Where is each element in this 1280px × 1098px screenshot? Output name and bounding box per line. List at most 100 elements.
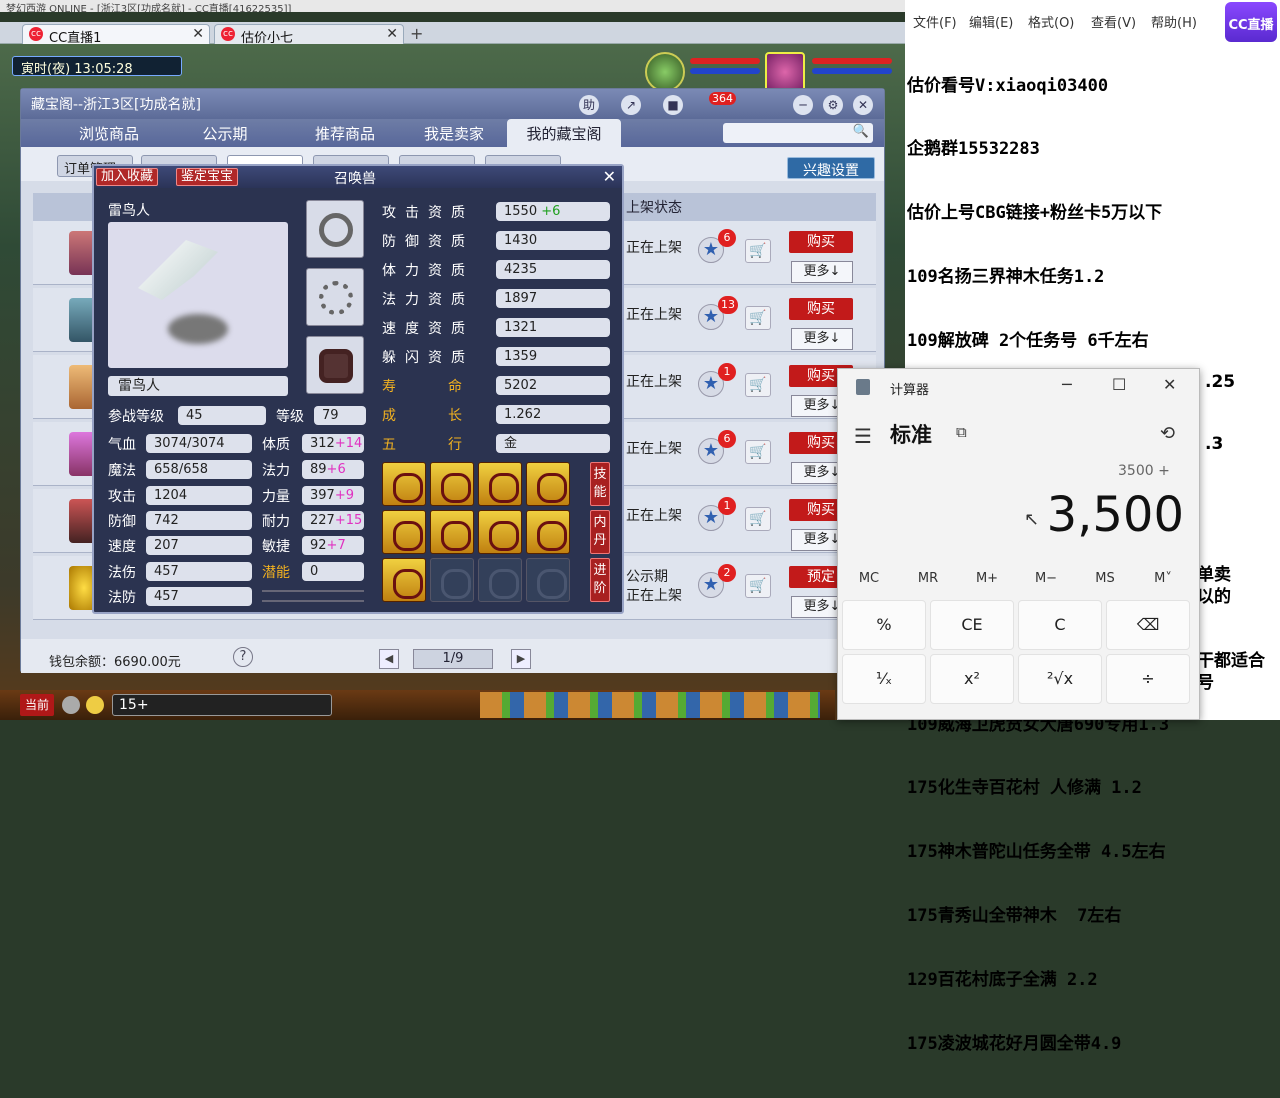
current-channel-button[interactable]: 当前 [20,694,54,716]
stat-value: 457 [146,587,252,606]
microphone-icon[interactable] [62,696,80,714]
pet-detail-dialog: 加入收藏 鉴定宝宝 召唤兽 ✕ 雷鸟人 雷鸟人 参战等级 45 等级 79 气血… [92,164,624,614]
close-icon[interactable]: ✕ [386,26,398,42]
interest-settings-button[interactable]: 兴趣设置 [787,157,875,179]
aptitude-value: 1359 [496,347,610,366]
close-icon[interactable]: ✕ [603,167,616,186]
cart-icon[interactable]: 🛒 [745,239,771,263]
share-icon[interactable]: ↗ [621,95,641,115]
memory-dropdown-button[interactable]: M˅ [1138,571,1188,586]
equip-slot-collar[interactable] [306,200,364,258]
cart-icon[interactable]: 🛒 [745,373,771,397]
equip-slot-necklace[interactable] [306,268,364,326]
menu-view[interactable]: 查看(V) [1091,12,1136,31]
level-value: 79 [314,406,366,425]
cart-icon[interactable]: 🛒 [745,440,771,464]
listing-status: 公示期 正在上架 [626,569,682,604]
skill-icon[interactable] [478,462,522,506]
browser-tab-strip: cc CC直播1 ✕ cc 估价小七 ✕ + [0,22,905,46]
equip-slot-armor[interactable] [306,336,364,394]
skill-icon[interactable] [478,510,522,554]
square-root-key[interactable]: ²√x [1018,654,1102,704]
menu-file[interactable]: 文件(F) [913,12,957,31]
close-icon[interactable]: ✕ [192,26,204,42]
message-badge[interactable]: 364 [709,92,736,105]
more-button[interactable]: 更多↓ [791,328,853,350]
skills-button[interactable]: 技能 [590,462,610,506]
tab-appraisal[interactable]: cc 估价小七 ✕ [214,24,404,46]
skill-icon[interactable] [382,558,426,602]
menu-edit[interactable]: 编辑(E) [969,12,1013,31]
skill-icon[interactable] [382,462,426,506]
more-button[interactable]: 更多↓ [791,261,853,283]
wallet-balance: 钱包余额：6690.00元 [49,655,181,670]
tab-seller[interactable]: 我是卖家 [401,119,507,147]
tab-public[interactable]: 公示期 [177,119,273,147]
necklace-icon [319,281,353,315]
search-icon[interactable]: 🔍 [853,124,869,139]
chat-input[interactable]: 15+ [112,694,332,716]
cart-icon[interactable]: 🛒 [745,507,771,531]
keep-on-top-icon[interactable]: ⧉ [956,423,967,441]
skill-icon[interactable] [430,462,474,506]
ms-button[interactable]: MS [1080,571,1130,586]
search-input[interactable]: 🔍 [723,123,873,143]
square-key[interactable]: x² [930,654,1014,704]
cart-icon[interactable]: 🛒 [745,306,771,330]
attr-value: 227+15 [302,511,364,530]
mc-button[interactable]: MC [844,571,894,586]
divide-key[interactable]: ÷ [1106,654,1190,704]
tab-my-market[interactable]: 我的藏宝阁 [507,119,621,147]
mr-button[interactable]: MR [903,571,953,586]
maximize-button[interactable]: ☐ [1112,375,1126,394]
reciprocal-key[interactable]: ¹⁄ₓ [842,654,926,704]
m-minus-button[interactable]: M− [1021,571,1071,586]
clear-key[interactable]: C [1018,600,1102,650]
text-line: 175神木普陀山任务全带 4.5左右 [907,842,1166,863]
collar-icon [319,213,353,247]
stat-label: 魔法 [108,463,136,479]
market-title: 藏宝阁--浙江3区[功成名就] [31,97,201,113]
tab-cc-live[interactable]: cc CC直播1 ✕ [22,24,210,46]
m-plus-button[interactable]: M+ [962,571,1012,586]
help-icon[interactable]: ? [233,647,253,667]
clear-entry-key[interactable]: CE [930,600,1014,650]
skill-icon[interactable] [430,510,474,554]
pet-portrait[interactable] [645,52,685,92]
gear-icon[interactable]: ⚙ [823,95,843,115]
help-icon[interactable]: 助 [579,95,599,115]
skill-icon[interactable] [526,510,570,554]
cart-icon[interactable]: 🛒 [745,574,771,598]
backspace-key[interactable]: ⌫ [1106,600,1190,650]
hamburger-menu-icon[interactable]: ☰ [854,424,872,448]
calculator-window: 计算器 ─ ☐ ✕ ☰ 标准 ⧉ ⟲ 3500 + 3,500 ↖ MC MR … [837,368,1200,720]
prev-page-button[interactable]: ◀ [379,649,399,669]
new-tab-button[interactable]: + [410,24,423,43]
buy-button[interactable]: 购买 [789,298,853,320]
menu-format[interactable]: 格式(O) [1028,12,1074,31]
advance-button[interactable]: 进阶 [590,558,610,602]
skill-icon[interactable] [526,462,570,506]
appraise-button[interactable]: 鉴定宝宝 [176,168,239,186]
tab-recommended[interactable]: 推荐商品 [291,119,399,147]
history-icon[interactable]: ⟲ [1160,423,1175,444]
emoji-icon[interactable] [86,696,104,714]
close-button[interactable]: ✕ [1163,375,1176,394]
minimize-icon[interactable]: ─ [793,95,813,115]
percent-key[interactable]: % [842,600,926,650]
stat-label: 法伤 [108,565,136,581]
game-toolbar-icons[interactable] [480,692,820,718]
add-favorite-button[interactable]: 加入收藏 [96,168,159,186]
skill-icon[interactable] [382,510,426,554]
tab-browse[interactable]: 浏览商品 [61,119,157,147]
minimize-button[interactable]: ─ [1062,375,1072,394]
player-portrait[interactable] [765,52,805,92]
close-icon[interactable]: ✕ [853,95,873,115]
stop-icon[interactable]: ■ [663,95,683,115]
pet-shadow [168,314,228,344]
stat-value: 742 [146,511,252,530]
menu-help[interactable]: 帮助(H) [1151,12,1197,31]
buy-button[interactable]: 购买 [789,231,853,253]
next-page-button[interactable]: ▶ [511,649,531,669]
inner-core-button[interactable]: 内丹 [590,510,610,554]
